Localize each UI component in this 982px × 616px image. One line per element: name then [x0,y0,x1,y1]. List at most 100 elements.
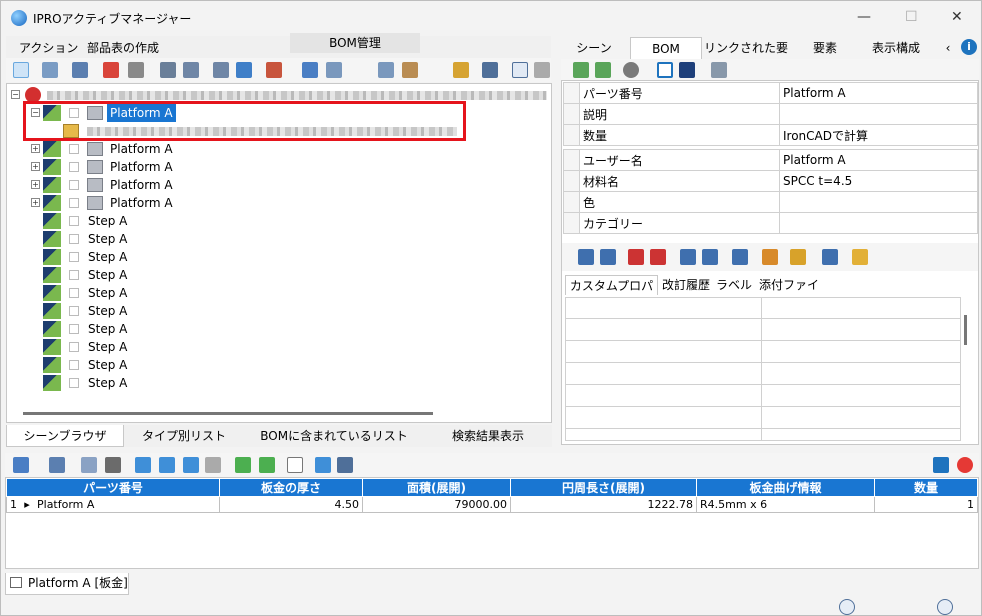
expand-icon[interactable]: + [31,144,40,153]
numbering-icon[interactable] [679,62,695,78]
visibility-checkbox[interactable] [69,270,79,280]
tab-search-results[interactable]: 検索結果表示 [424,425,552,447]
tab-linked-elements[interactable]: リンクされた要素 [702,37,790,77]
tab-scene[interactable]: シーン [558,37,630,59]
find-icon[interactable] [453,62,469,78]
move-icon[interactable] [236,62,252,78]
tree-item-step[interactable]: Step A [43,302,193,320]
grid-header[interactable]: 数量 [874,478,978,497]
property-value[interactable] [779,103,978,125]
close-button[interactable]: ✕ [951,9,963,25]
property-group-icon[interactable] [702,249,718,265]
grid-cell-area[interactable]: 79000.00 [362,496,511,513]
grid-header[interactable]: 円周長さ(展開) [510,478,697,497]
tree-item-platform[interactable]: + Platform A [31,194,231,212]
add-level-icon[interactable] [573,62,589,78]
grid-header[interactable]: パーツ番号 [6,478,220,497]
grid-cell-thickness[interactable]: 4.50 [219,496,363,513]
visibility-checkbox[interactable] [69,288,79,298]
component-icon[interactable] [266,62,282,78]
tab-revision-history[interactable]: 改訂履歴 [658,275,714,295]
grid-header[interactable]: 板金の厚さ [219,478,363,497]
property-value[interactable]: SPCC t=4.5 [779,170,978,192]
property-value[interactable]: Platform A [779,82,978,104]
maximize-button[interactable]: ☐ [905,9,918,25]
text-size-icon[interactable] [512,62,528,78]
tree-item-step[interactable]: Step A [43,284,193,302]
grid-options-icon[interactable] [326,62,342,78]
paste-d-icon[interactable] [650,249,666,265]
tree-item-platform[interactable]: + Platform A [31,176,231,194]
pencil-icon[interactable] [402,62,418,78]
camera-icon[interactable] [711,62,727,78]
tree-item-step[interactable]: Step A [43,266,193,284]
visibility-checkbox[interactable] [69,216,79,226]
expand-icon[interactable]: + [31,198,40,207]
link-icon[interactable] [72,62,88,78]
tab-display-config[interactable]: 表示構成 [860,37,932,59]
rows-icon[interactable] [183,457,199,473]
visibility-checkbox[interactable] [69,180,79,190]
bom-management-tab[interactable]: BOM管理 [290,33,420,53]
tree-item-step[interactable]: Step A [43,248,193,266]
visibility-checkbox[interactable] [69,144,79,154]
bom-document-tab[interactable]: Platform A [板金] [5,573,129,595]
checklist-icon[interactable] [657,62,673,78]
property-export-icon[interactable] [822,249,838,265]
custom-properties-grid[interactable] [565,297,961,441]
remove-row-icon[interactable] [259,457,275,473]
tree-item-step[interactable]: Step A [43,338,193,356]
property-value[interactable]: IronCADで計算 [779,124,978,146]
tree-item-step[interactable]: Step A [43,230,193,248]
grid-cell-qty[interactable]: 1 [874,496,978,513]
window-dock-icon[interactable] [933,457,949,473]
visibility-checkbox[interactable] [69,234,79,244]
columns-icon[interactable] [159,457,175,473]
table-view-icon[interactable] [302,62,318,78]
visibility-checkbox[interactable] [69,342,79,352]
edit-icon[interactable] [378,62,394,78]
close-panel-icon[interactable] [957,457,973,473]
tabs-scroll-left-icon[interactable]: ‹ [941,37,955,59]
collapse-icon[interactable]: − [11,90,20,99]
property-label-icon[interactable] [762,249,778,265]
vertical-scrollbar[interactable] [964,315,967,345]
hierarchy-icon[interactable] [42,62,58,78]
remove-level-icon[interactable] [595,62,611,78]
grid-cell-perimeter[interactable]: 1222.78 [510,496,697,513]
tree-item-step[interactable]: Step A [43,320,193,338]
visibility-checkbox[interactable] [69,324,79,334]
property-value[interactable]: Platform A [779,149,978,171]
horizontal-scrollbar[interactable] [23,412,433,415]
visibility-checkbox[interactable] [69,162,79,172]
property-set-icon[interactable] [680,249,696,265]
tab-custom-properties[interactable]: カスタムプロパティ [565,275,658,313]
copy-c-icon[interactable] [578,249,594,265]
paste-c-icon[interactable] [628,249,644,265]
sort-icon[interactable] [337,457,353,473]
property-edit-icon[interactable] [732,249,748,265]
tree-item-step[interactable]: Step A [43,374,193,392]
minimize-button[interactable]: — [857,9,871,25]
tree-item-platform[interactable]: + Platform A [31,140,231,158]
layout-icon[interactable] [482,62,498,78]
grid-cell-part[interactable]: 1 ▸ Platform A [6,496,220,513]
preview-icon[interactable] [81,457,97,473]
property-attach-icon[interactable] [852,249,868,265]
tab-elements[interactable]: 要素 [790,37,860,59]
tab-bom-included-list[interactable]: BOMに含まれているリスト [244,425,424,447]
tab-label[interactable]: ラベル [714,275,754,295]
visibility-checkbox[interactable] [69,360,79,370]
grid-layout-icon[interactable] [13,457,29,473]
table-row[interactable]: 1 ▸ Platform A 4.50 79000.00 1222.78 R4.5m… [6,496,978,513]
visibility-checkbox[interactable] [69,378,79,388]
refresh-icon[interactable] [534,62,550,78]
gear-icon[interactable] [623,62,639,78]
print-icon[interactable] [105,457,121,473]
visibility-checkbox[interactable] [69,252,79,262]
tree-item-platform[interactable]: + Platform A [31,158,231,176]
menu-create-bom[interactable]: 部品表の作成 [87,39,159,56]
nav-last-icon[interactable] [937,599,953,615]
property-value[interactable] [779,191,978,213]
tree-item-step[interactable]: Step A [43,212,193,230]
